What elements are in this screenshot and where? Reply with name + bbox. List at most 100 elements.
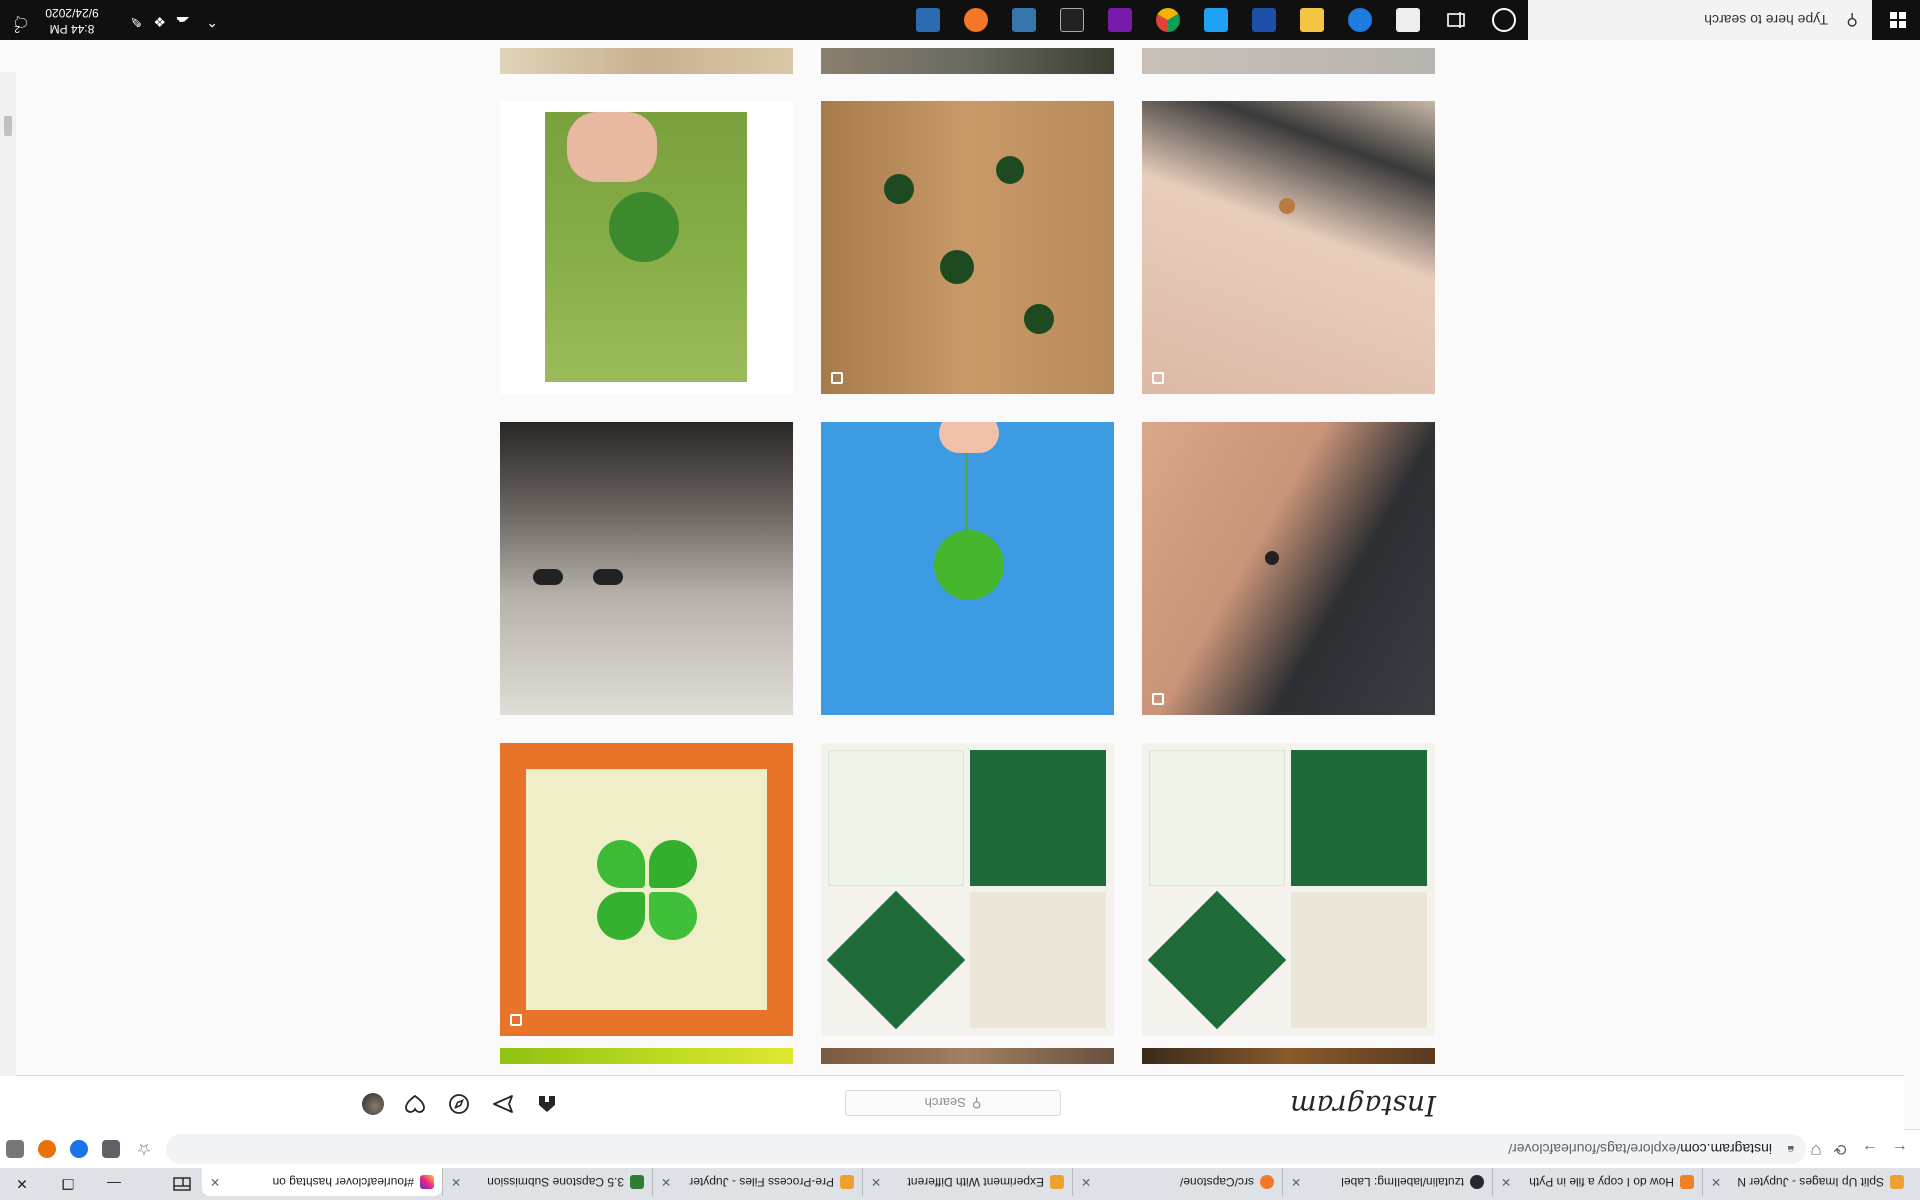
notepad-app-icon[interactable] [1396, 8, 1420, 32]
jupyter-favicon-icon [840, 1175, 854, 1189]
stackoverflow-favicon-icon [1680, 1175, 1694, 1189]
tab-title: src/Capstone/ [1179, 1175, 1254, 1189]
heart-icon[interactable] [402, 1091, 428, 1117]
browser-tab[interactable]: src/Capstone/ ✕ [1072, 1168, 1282, 1196]
minimize-button[interactable]: — [92, 1168, 136, 1200]
collage-logo-card [1149, 750, 1285, 886]
tab-close-icon[interactable]: ✕ [661, 1175, 671, 1189]
onenote-app-icon[interactable] [1108, 8, 1132, 32]
chevron-up-icon[interactable]: ⌃ [206, 13, 218, 30]
onedrive-icon[interactable]: ☁ [176, 13, 190, 30]
browser-tab[interactable]: Experiment With Different ✕ [862, 1168, 1072, 1196]
instagram-logo[interactable]: Instagram [1290, 1089, 1436, 1122]
browser-toolbar: ← → ⟳ ⛉ 🔒︎ instagram.com/explore/tags/fo… [0, 1129, 1920, 1168]
puzzle-extensions-icon[interactable] [6, 1140, 24, 1158]
post-thumbnail[interactable] [1142, 422, 1435, 715]
tab-title: Split Up Images - Jupyter N [1737, 1175, 1884, 1189]
windows-start-icon[interactable] [1890, 12, 1906, 28]
jupyter-app-icon[interactable] [964, 8, 988, 32]
browser-tab[interactable]: How do I copy a file in Pyth ✕ [1492, 1168, 1702, 1196]
maximize-button[interactable]: ❐ [46, 1168, 90, 1200]
terminal-app-icon[interactable] [1060, 8, 1084, 32]
browser-tab[interactable]: tzutalin/labelImg: Label ✕ [1282, 1168, 1492, 1196]
eye-image [533, 569, 563, 585]
post-thumbnail[interactable] [500, 743, 793, 1036]
github-favicon-icon [1470, 1175, 1484, 1189]
browser-tab[interactable]: 3.5 Capstone Submission ✕ [442, 1168, 652, 1196]
photoshop-app-icon[interactable] [1252, 8, 1276, 32]
back-button[interactable]: ← [1888, 1138, 1912, 1160]
tab-close-icon[interactable]: ✕ [871, 1175, 881, 1189]
tab-close-icon[interactable]: ✕ [1291, 1175, 1301, 1189]
post-thumbnail[interactable] [1142, 48, 1435, 74]
browser-tab[interactable]: Split Up Images - Jupyter N ✕ [1702, 1168, 1912, 1196]
page-scrollbar[interactable] [0, 72, 16, 1076]
task-view-icon[interactable] [1444, 8, 1468, 32]
direct-icon[interactable] [490, 1091, 516, 1117]
close-window-button[interactable]: ✕ [0, 1168, 44, 1200]
post-thumbnail[interactable] [821, 743, 1114, 1036]
post-thumbnail[interactable] [1142, 1048, 1435, 1064]
pen-icon[interactable]: ✎ [130, 13, 142, 30]
tab-close-icon[interactable]: ✕ [1711, 1175, 1721, 1189]
post-thumbnail[interactable] [500, 1048, 793, 1064]
cortana-icon[interactable] [1492, 8, 1516, 32]
tab-search-icon[interactable] [160, 1168, 204, 1200]
reload-button[interactable]: ⟳ [1828, 1138, 1852, 1160]
knit-cloth-image [1291, 750, 1427, 886]
url-host: instagram.com [1680, 1141, 1772, 1157]
forward-button[interactable]: → [1858, 1138, 1882, 1160]
tab-close-icon[interactable]: ✕ [1501, 1175, 1511, 1189]
post-thumbnail[interactable] [821, 48, 1114, 74]
extension-icon[interactable] [38, 1140, 56, 1158]
jupyter-favicon-icon [1890, 1175, 1904, 1189]
post-thumbnail[interactable] [821, 1048, 1114, 1064]
edge-app-icon[interactable] [1348, 8, 1372, 32]
dropbox-icon[interactable]: ❖ [153, 13, 166, 30]
post-thumbnail[interactable] [821, 101, 1114, 394]
post-thumbnail[interactable] [500, 101, 793, 394]
taskbar-search-input[interactable]: ⚲ Type here to search [1528, 0, 1872, 40]
clover-pendant-image [1279, 198, 1295, 214]
search-icon: ⚲ [971, 1096, 982, 1111]
scrollbar-thumb[interactable] [4, 116, 12, 136]
clover-leaf-image [1024, 304, 1054, 334]
search-icon: ⚲ [1846, 11, 1858, 28]
extension-icon[interactable] [70, 1140, 88, 1158]
tab-title: Pre-Process Files - Jupyter [689, 1175, 834, 1189]
tab-close-icon[interactable]: ✕ [451, 1175, 461, 1189]
python-app-icon[interactable] [1012, 8, 1036, 32]
chrome-app-icon[interactable] [1156, 8, 1180, 32]
multiple-photos-icon [831, 372, 843, 384]
notification-count-badge: 2 [14, 23, 20, 34]
explore-icon[interactable] [446, 1091, 472, 1117]
tab-title: tzutalin/labelImg: Label [1341, 1175, 1464, 1189]
taskbar-clock[interactable]: 8:44 PM 9/24/2020 [32, 5, 112, 37]
extension-icon[interactable] [102, 1140, 120, 1158]
tab-close-icon[interactable]: ✕ [210, 1175, 220, 1189]
tab-title: How do I copy a file in Pyth [1529, 1175, 1674, 1189]
post-thumbnail[interactable] [500, 48, 793, 74]
bookmark-star-icon[interactable]: ☆ [132, 1138, 156, 1160]
calculator-app-icon[interactable] [916, 8, 940, 32]
mail-app-icon[interactable] [1204, 8, 1228, 32]
browser-tab-active[interactable]: #fourleafclover hashtag on ✕ [202, 1168, 442, 1196]
collage-text-card [970, 892, 1106, 1028]
tab-close-icon[interactable]: ✕ [1081, 1175, 1091, 1189]
post-thumbnail[interactable] [500, 422, 793, 715]
post-thumbnail[interactable] [1142, 743, 1435, 1036]
jupyter-favicon-icon [1050, 1175, 1064, 1189]
post-thumbnail[interactable] [1142, 101, 1435, 394]
address-bar[interactable]: 🔒︎ instagram.com/explore/tags/fourleafcl… [166, 1134, 1806, 1164]
home-icon[interactable] [534, 1091, 560, 1117]
shield-icon[interactable]: ⛉ [1804, 1138, 1828, 1160]
origami-clover-image [597, 840, 697, 940]
tab-title: #fourleafclover hashtag on [272, 1175, 414, 1189]
clover-leaf-image [940, 250, 974, 284]
file-explorer-icon[interactable] [1300, 8, 1324, 32]
browser-tab[interactable]: Pre-Process Files - Jupyter ✕ [652, 1168, 862, 1196]
post-thumbnail[interactable] [821, 422, 1114, 715]
instagram-search-input[interactable]: ⚲ Search [845, 1090, 1061, 1116]
avatar[interactable] [360, 1091, 386, 1117]
instagram-favicon-icon [420, 1175, 434, 1189]
